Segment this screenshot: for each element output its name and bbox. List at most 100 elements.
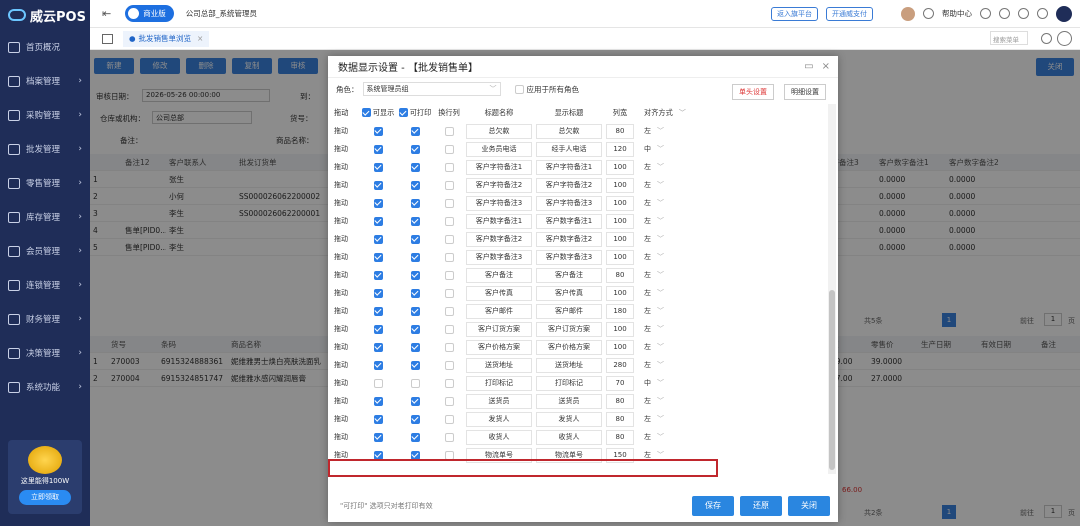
home-icon[interactable] (102, 33, 113, 44)
align-select[interactable]: 左 ﹀ (636, 252, 702, 262)
checkbox-checked-icon[interactable] (398, 108, 408, 117)
display-title-input[interactable]: 客户数字备注2 (536, 231, 602, 247)
tab-wholesale-browse[interactable]: ● 批发销售单浏览 × (123, 30, 210, 47)
column-width-input[interactable]: 100 (606, 339, 634, 355)
wrap-checkbox[interactable] (444, 396, 454, 406)
drag-handle[interactable]: 拖动 (332, 162, 360, 172)
align-select[interactable]: 左 ﹀ (636, 198, 702, 208)
display-title-input[interactable]: 客户数字备注3 (536, 249, 602, 265)
settings-row[interactable]: 拖动 业务员电话 经手人电话 120 中 ﹀ (332, 140, 706, 158)
column-width-input[interactable]: 100 (606, 321, 634, 337)
table-scrollbar[interactable] (828, 104, 836, 474)
apply-all-roles-checkbox[interactable]: 应用于所有角色 (514, 84, 579, 95)
drag-handle[interactable]: 拖动 (332, 270, 360, 280)
show-checkbox[interactable] (373, 396, 383, 406)
wrap-checkbox[interactable] (444, 234, 454, 244)
align-select[interactable]: 左 ﹀ (636, 306, 702, 316)
column-width-input[interactable]: 100 (606, 231, 634, 247)
column-width-input[interactable]: 100 (606, 213, 634, 229)
show-checkbox[interactable] (373, 288, 383, 298)
drag-handle[interactable]: 拖动 (332, 216, 360, 226)
wrap-checkbox[interactable] (444, 306, 454, 316)
payment-link[interactable]: 开通威支付 (826, 6, 873, 21)
wrap-checkbox[interactable] (444, 216, 454, 226)
settings-row[interactable]: 拖动 客户价格方案 客户价格方案 100 左 ﹀ (332, 338, 706, 356)
column-width-input[interactable]: 180 (606, 303, 634, 319)
column-width-input[interactable]: 100 (606, 285, 634, 301)
display-title-input[interactable]: 送货员 (536, 393, 602, 409)
scrollbar-thumb[interactable] (829, 290, 835, 470)
show-checkbox[interactable] (373, 126, 383, 136)
print-checkbox[interactable] (410, 414, 420, 424)
settings-row[interactable]: 拖动 客户数字备注1 客户数字备注1 100 左 ﹀ (332, 212, 706, 230)
display-title-input[interactable]: 客户数字备注1 (536, 213, 602, 229)
show-checkbox[interactable] (373, 234, 383, 244)
print-checkbox[interactable] (410, 342, 420, 352)
settings-row[interactable]: 拖动 客户数字备注3 客户数字备注3 100 左 ﹀ (332, 248, 706, 266)
user-avatar[interactable] (901, 6, 915, 21)
align-select[interactable]: 左 ﹀ (636, 270, 702, 280)
role-select[interactable]: 系统管理员组 ﹀ (362, 82, 501, 96)
settings-row[interactable]: 拖动 客户字符备注1 客户字符备注1 100 左 ﹀ (332, 158, 706, 176)
drag-handle[interactable]: 拖动 (332, 252, 360, 262)
align-select[interactable]: 左 ﹀ (636, 414, 702, 424)
platform-link[interactable]: 返入旗平台 (771, 6, 818, 21)
close-button[interactable]: 关闭 (788, 496, 830, 516)
column-width-input[interactable]: 70 (606, 375, 634, 391)
bell-icon[interactable] (999, 8, 1010, 19)
column-width-input[interactable]: 80 (606, 429, 634, 445)
display-title-input[interactable]: 客户字符备注1 (536, 159, 602, 175)
settings-row[interactable]: 拖动 客户备注 客户备注 80 左 ﹀ (332, 266, 706, 284)
print-checkbox[interactable] (410, 432, 420, 442)
column-width-input[interactable]: 80 (606, 123, 634, 139)
align-select[interactable]: 左 ﹀ (636, 324, 702, 334)
show-checkbox[interactable] (373, 306, 383, 316)
wrap-checkbox[interactable] (444, 360, 454, 370)
print-checkbox[interactable] (410, 378, 420, 388)
save-button[interactable]: 保存 (692, 496, 734, 516)
wrap-checkbox[interactable] (444, 378, 454, 388)
drag-handle[interactable]: 拖动 (332, 126, 360, 136)
settings-row[interactable]: 拖动 总欠款 总欠款 80 左 ﹀ (332, 122, 706, 140)
detail-settings-button[interactable]: 明细设置 (784, 84, 826, 100)
settings-row[interactable]: 拖动 客户字符备注2 客户字符备注2 100 左 ﹀ (332, 176, 706, 194)
maximize-icon[interactable]: ▭ (804, 61, 813, 72)
display-title-input[interactable]: 发货人 (536, 411, 602, 427)
drag-handle[interactable]: 拖动 (332, 360, 360, 370)
print-checkbox[interactable] (410, 126, 420, 136)
print-checkbox[interactable] (410, 180, 420, 190)
print-checkbox[interactable] (410, 306, 420, 316)
print-checkbox[interactable] (410, 198, 420, 208)
star-icon[interactable] (1041, 33, 1052, 44)
show-checkbox[interactable] (373, 378, 383, 388)
settings-row[interactable]: 拖动 客户数字备注2 客户数字备注2 100 左 ﹀ (332, 230, 706, 248)
show-checkbox[interactable] (373, 180, 383, 190)
sidebar-item[interactable]: 首页概况 (0, 30, 90, 64)
help-center-link[interactable]: 帮助中心 (942, 8, 972, 19)
sidebar-item[interactable]: 批发管理 › (0, 132, 90, 166)
drag-handle[interactable]: 拖动 (332, 180, 360, 190)
show-checkbox[interactable] (373, 162, 383, 172)
align-select[interactable]: 左 ﹀ (636, 360, 702, 370)
column-width-input[interactable]: 100 (606, 177, 634, 193)
info-icon[interactable] (980, 8, 991, 19)
wrap-checkbox[interactable] (444, 414, 454, 424)
wrap-checkbox[interactable] (444, 342, 454, 352)
align-select[interactable]: 左 ﹀ (636, 432, 702, 442)
align-select[interactable]: 左 ﹀ (636, 180, 702, 190)
show-checkbox[interactable] (373, 216, 383, 226)
display-title-input[interactable]: 总欠款 (536, 123, 602, 139)
close-icon[interactable]: × (822, 61, 830, 72)
settings-row[interactable]: 拖动 送货员 送货员 80 左 ﹀ (332, 392, 706, 410)
lock-icon[interactable] (1018, 8, 1029, 19)
show-checkbox[interactable] (373, 414, 383, 424)
align-select[interactable]: 左 ﹀ (636, 216, 702, 226)
close-tab-icon[interactable]: × (197, 34, 203, 43)
column-width-input[interactable]: 80 (606, 411, 634, 427)
print-checkbox[interactable] (410, 252, 420, 262)
checkbox-checked-icon[interactable] (361, 108, 371, 117)
column-width-input[interactable]: 120 (606, 141, 634, 157)
display-title-input[interactable]: 客户字符备注3 (536, 195, 602, 211)
drag-handle[interactable]: 拖动 (332, 306, 360, 316)
sidebar-item[interactable]: 会员管理 › (0, 234, 90, 268)
